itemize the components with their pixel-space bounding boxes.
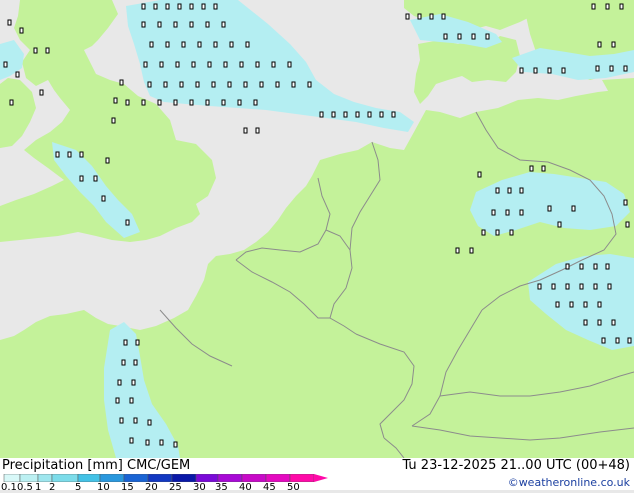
colorbar-segment (3, 474, 21, 482)
colorbar-tick-label: 45 (263, 482, 276, 493)
colorbar-segment (289, 474, 315, 482)
colorbar-tick-label: 10 (97, 482, 110, 493)
colorbar-tick-label: 50 (287, 482, 300, 493)
precip-colorbar (3, 474, 328, 482)
title-text: Precipitation [mm] (2, 458, 123, 473)
colorbar-tick-label: 2 (49, 482, 56, 493)
colorbar-arrow (314, 474, 328, 482)
colorbar-segment (147, 474, 173, 482)
colorbar-tick-label: 0.1 (1, 482, 17, 493)
colorbar-segment (241, 474, 267, 482)
colorbar-segment (217, 474, 243, 482)
colorbar-tick-label: 25 (169, 482, 182, 493)
copyright-credit[interactable]: ©weatheronline.co.uk (508, 476, 630, 489)
map-title: Precipitation [mm] CMC/GEM (2, 458, 190, 473)
colorbar-tick-label: 40 (239, 482, 252, 493)
colorbar-segment (265, 474, 291, 482)
colorbar-segment (19, 474, 39, 482)
colorbar-segment (51, 474, 79, 482)
colorbar-tick-label: 20 (145, 482, 158, 493)
colorbar-tick-label: 1 (35, 482, 42, 493)
colorbar-segment (37, 474, 53, 482)
colorbar-segment (77, 474, 101, 482)
colorbar-segment (99, 474, 125, 482)
legend-footer: Precipitation [mm] CMC/GEM Tu 23-12-2025… (0, 458, 634, 493)
valid-time: Tu 23-12-2025 21..00 UTC (00+48) (402, 458, 630, 473)
colorbar-tick-label: 15 (121, 482, 134, 493)
colorbar-tick-label: 0.5 (17, 482, 33, 493)
colorbar-segment (171, 474, 197, 482)
model-name: CMC/GEM (127, 458, 191, 473)
colorbar-segment (123, 474, 149, 482)
colorbar-tick-label: 30 (193, 482, 206, 493)
colorbar-segment (195, 474, 219, 482)
precipitation-map (0, 0, 634, 458)
colorbar-tick-label: 35 (215, 482, 228, 493)
colorbar-tick-label: 5 (75, 482, 82, 493)
